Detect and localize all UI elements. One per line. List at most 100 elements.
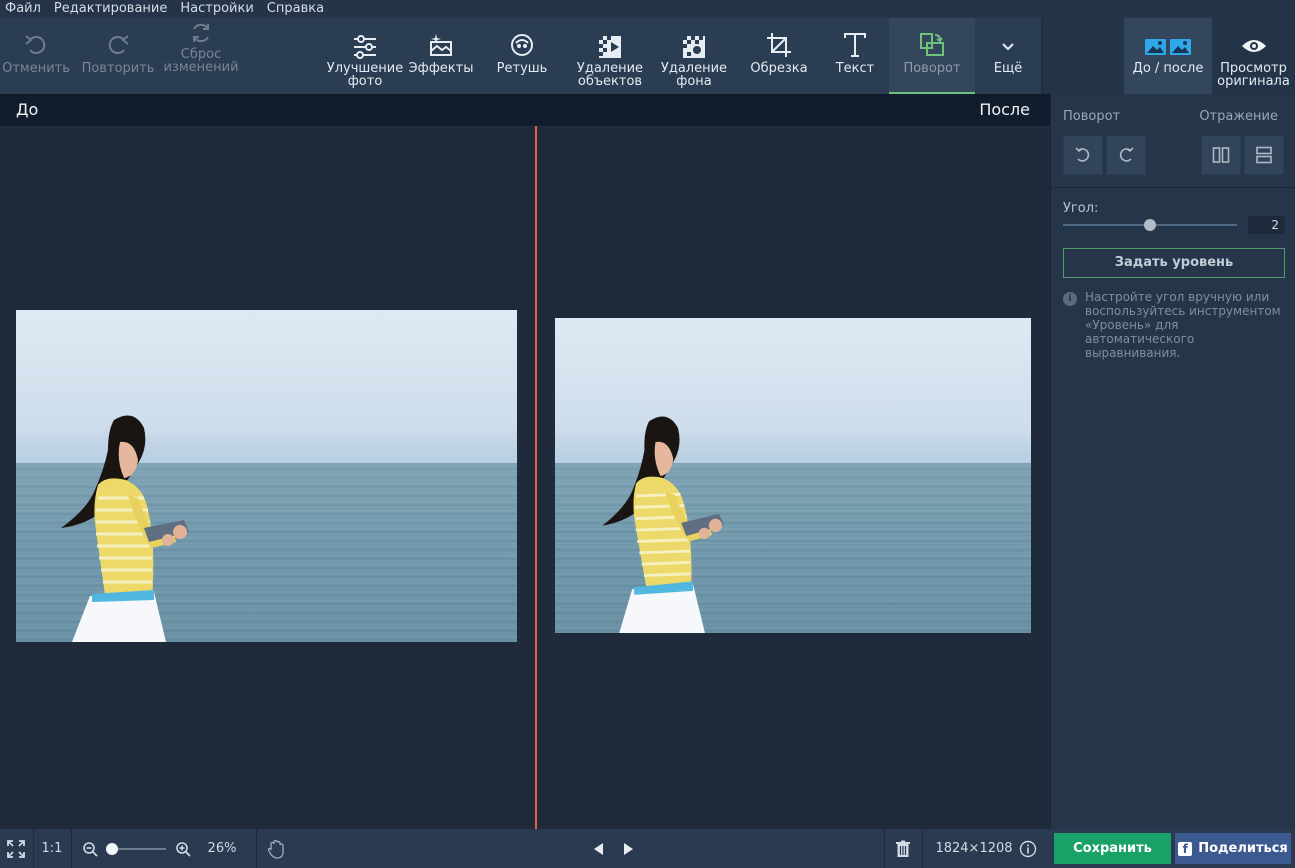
after-photo bbox=[555, 318, 1031, 633]
trash-icon bbox=[896, 840, 910, 857]
compare-divider[interactable] bbox=[535, 126, 537, 829]
enhance-label: Улучшение фото bbox=[326, 61, 404, 89]
face-icon bbox=[511, 34, 533, 56]
before-after-button[interactable]: До / после bbox=[1124, 18, 1212, 94]
image-info-button[interactable] bbox=[1018, 829, 1038, 868]
remove-background-label: Удаление фона bbox=[660, 61, 728, 89]
zoom-out-icon bbox=[83, 841, 98, 857]
before-after-label: До / после bbox=[1132, 61, 1204, 76]
eye-icon bbox=[1241, 40, 1266, 52]
view-original-button[interactable]: Просмотр оригинала bbox=[1212, 18, 1295, 94]
hint-text: Настройте угол вручную или воспользуйтес… bbox=[1085, 290, 1281, 360]
reset-icon bbox=[193, 23, 209, 43]
more-label: Ещё bbox=[993, 61, 1023, 76]
remove-objects-icon bbox=[599, 36, 621, 58]
before-label: До bbox=[16, 100, 39, 119]
view-original-label: Просмотр оригинала bbox=[1217, 61, 1290, 89]
crop-button[interactable]: Обрезка bbox=[742, 18, 816, 94]
set-level-button[interactable]: Задать уровень bbox=[1063, 248, 1285, 278]
rotate-right-button[interactable] bbox=[1106, 135, 1146, 175]
reset-button[interactable]: Сброс изменений bbox=[162, 18, 240, 94]
retouch-label: Ретушь bbox=[496, 61, 548, 76]
redo-icon bbox=[108, 35, 129, 55]
effects-icon bbox=[430, 34, 452, 56]
hand-icon bbox=[267, 839, 284, 859]
zoom-in-icon bbox=[176, 841, 191, 857]
rotate-right-icon bbox=[1119, 147, 1134, 162]
flip-vertical-icon bbox=[1256, 146, 1272, 164]
delete-button[interactable] bbox=[890, 829, 916, 868]
redo-button[interactable]: Повторить bbox=[80, 18, 156, 94]
text-button[interactable]: Текст bbox=[822, 18, 888, 94]
rotate-section-label: Поворот bbox=[1063, 109, 1121, 124]
share-button[interactable]: f Поделиться bbox=[1175, 833, 1291, 864]
flip-section-label: Отражение bbox=[1199, 109, 1278, 124]
angle-slider-handle[interactable] bbox=[1144, 219, 1156, 231]
after-label: После bbox=[979, 100, 1030, 119]
redo-label: Повторить bbox=[81, 61, 155, 76]
rotate-tool-label: Поворот bbox=[903, 61, 961, 76]
compare-header: До После bbox=[0, 94, 1050, 126]
previous-image-button[interactable] bbox=[588, 829, 608, 868]
zoom-in-button[interactable] bbox=[173, 829, 193, 868]
flip-horizontal-button[interactable] bbox=[1201, 135, 1241, 175]
crop-icon bbox=[767, 33, 791, 57]
undo-label: Отменить bbox=[2, 61, 70, 76]
rotate-tool-icon bbox=[920, 33, 944, 56]
woman-figure-rotated bbox=[602, 416, 725, 633]
triangle-left-icon bbox=[594, 842, 603, 855]
reset-label: Сброс изменений bbox=[163, 47, 239, 75]
image-canvas[interactable] bbox=[0, 126, 1050, 829]
remove-background-icon bbox=[683, 36, 705, 58]
before-after-icon bbox=[1145, 39, 1191, 55]
pan-tool-button[interactable] bbox=[262, 829, 290, 868]
next-image-button[interactable] bbox=[619, 829, 639, 868]
enhance-button[interactable]: Улучшение фото bbox=[326, 18, 404, 94]
rotate-left-button[interactable] bbox=[1063, 135, 1103, 175]
menu-file[interactable]: Файл bbox=[0, 0, 49, 18]
woman-figure bbox=[61, 415, 189, 642]
chevron-down-icon bbox=[1002, 43, 1014, 51]
remove-background-button[interactable]: Удаление фона bbox=[656, 18, 732, 94]
actual-size-button[interactable]: 1:1 bbox=[34, 829, 70, 868]
remove-objects-label: Удаление объектов bbox=[576, 61, 644, 89]
undo-button[interactable]: Отменить bbox=[0, 18, 72, 94]
more-button[interactable]: Ещё bbox=[975, 18, 1041, 94]
info-circle-icon bbox=[1019, 840, 1037, 857]
expand-icon bbox=[7, 839, 25, 858]
angle-label: Угол: bbox=[1063, 201, 1099, 216]
status-bar: 1:1 26% 1824×1208 Сохранить f Поделиться bbox=[0, 829, 1295, 868]
rotate-panel: Поворот Отражение Угол: 2 Задать уровень… bbox=[1050, 94, 1295, 829]
before-photo bbox=[16, 310, 517, 642]
toolbar-spacer bbox=[1042, 18, 1124, 94]
text-label: Текст bbox=[835, 61, 875, 76]
angle-value-field[interactable]: 2 bbox=[1248, 216, 1285, 234]
menu-bar: Файл Редактирование Настройки Справка bbox=[0, 0, 1295, 18]
info-icon: i bbox=[1063, 292, 1077, 306]
fit-to-screen-button[interactable] bbox=[0, 829, 32, 868]
facebook-icon: f bbox=[1178, 841, 1193, 856]
menu-edit[interactable]: Редактирование bbox=[49, 0, 175, 18]
sliders-icon bbox=[354, 35, 376, 59]
flip-vertical-button[interactable] bbox=[1244, 135, 1284, 175]
triangle-right-icon bbox=[624, 842, 633, 855]
remove-objects-button[interactable]: Удаление объектов bbox=[570, 18, 650, 94]
zoom-level: 26% bbox=[207, 841, 237, 856]
effects-button[interactable]: Эффекты bbox=[404, 18, 478, 94]
undo-icon bbox=[25, 35, 46, 55]
effects-label: Эффекты bbox=[408, 61, 474, 76]
zoom-slider-handle[interactable] bbox=[106, 843, 118, 855]
zoom-out-button[interactable] bbox=[80, 829, 100, 868]
rotate-tool-button[interactable]: Поворот bbox=[889, 18, 975, 94]
image-dimensions: 1824×1208 bbox=[935, 841, 1013, 856]
text-icon bbox=[844, 33, 866, 57]
menu-help[interactable]: Справка bbox=[262, 0, 332, 18]
share-label: Поделиться bbox=[1198, 841, 1288, 856]
toolbar: Отменить Повторить Сброс изменений Улучш… bbox=[0, 18, 1295, 94]
flip-horizontal-icon bbox=[1212, 147, 1230, 163]
save-button[interactable]: Сохранить bbox=[1054, 833, 1171, 864]
rotate-left-icon bbox=[1075, 147, 1090, 162]
menu-settings[interactable]: Настройки bbox=[175, 0, 261, 18]
retouch-button[interactable]: Ретушь bbox=[486, 18, 558, 94]
crop-label: Обрезка bbox=[750, 61, 808, 76]
